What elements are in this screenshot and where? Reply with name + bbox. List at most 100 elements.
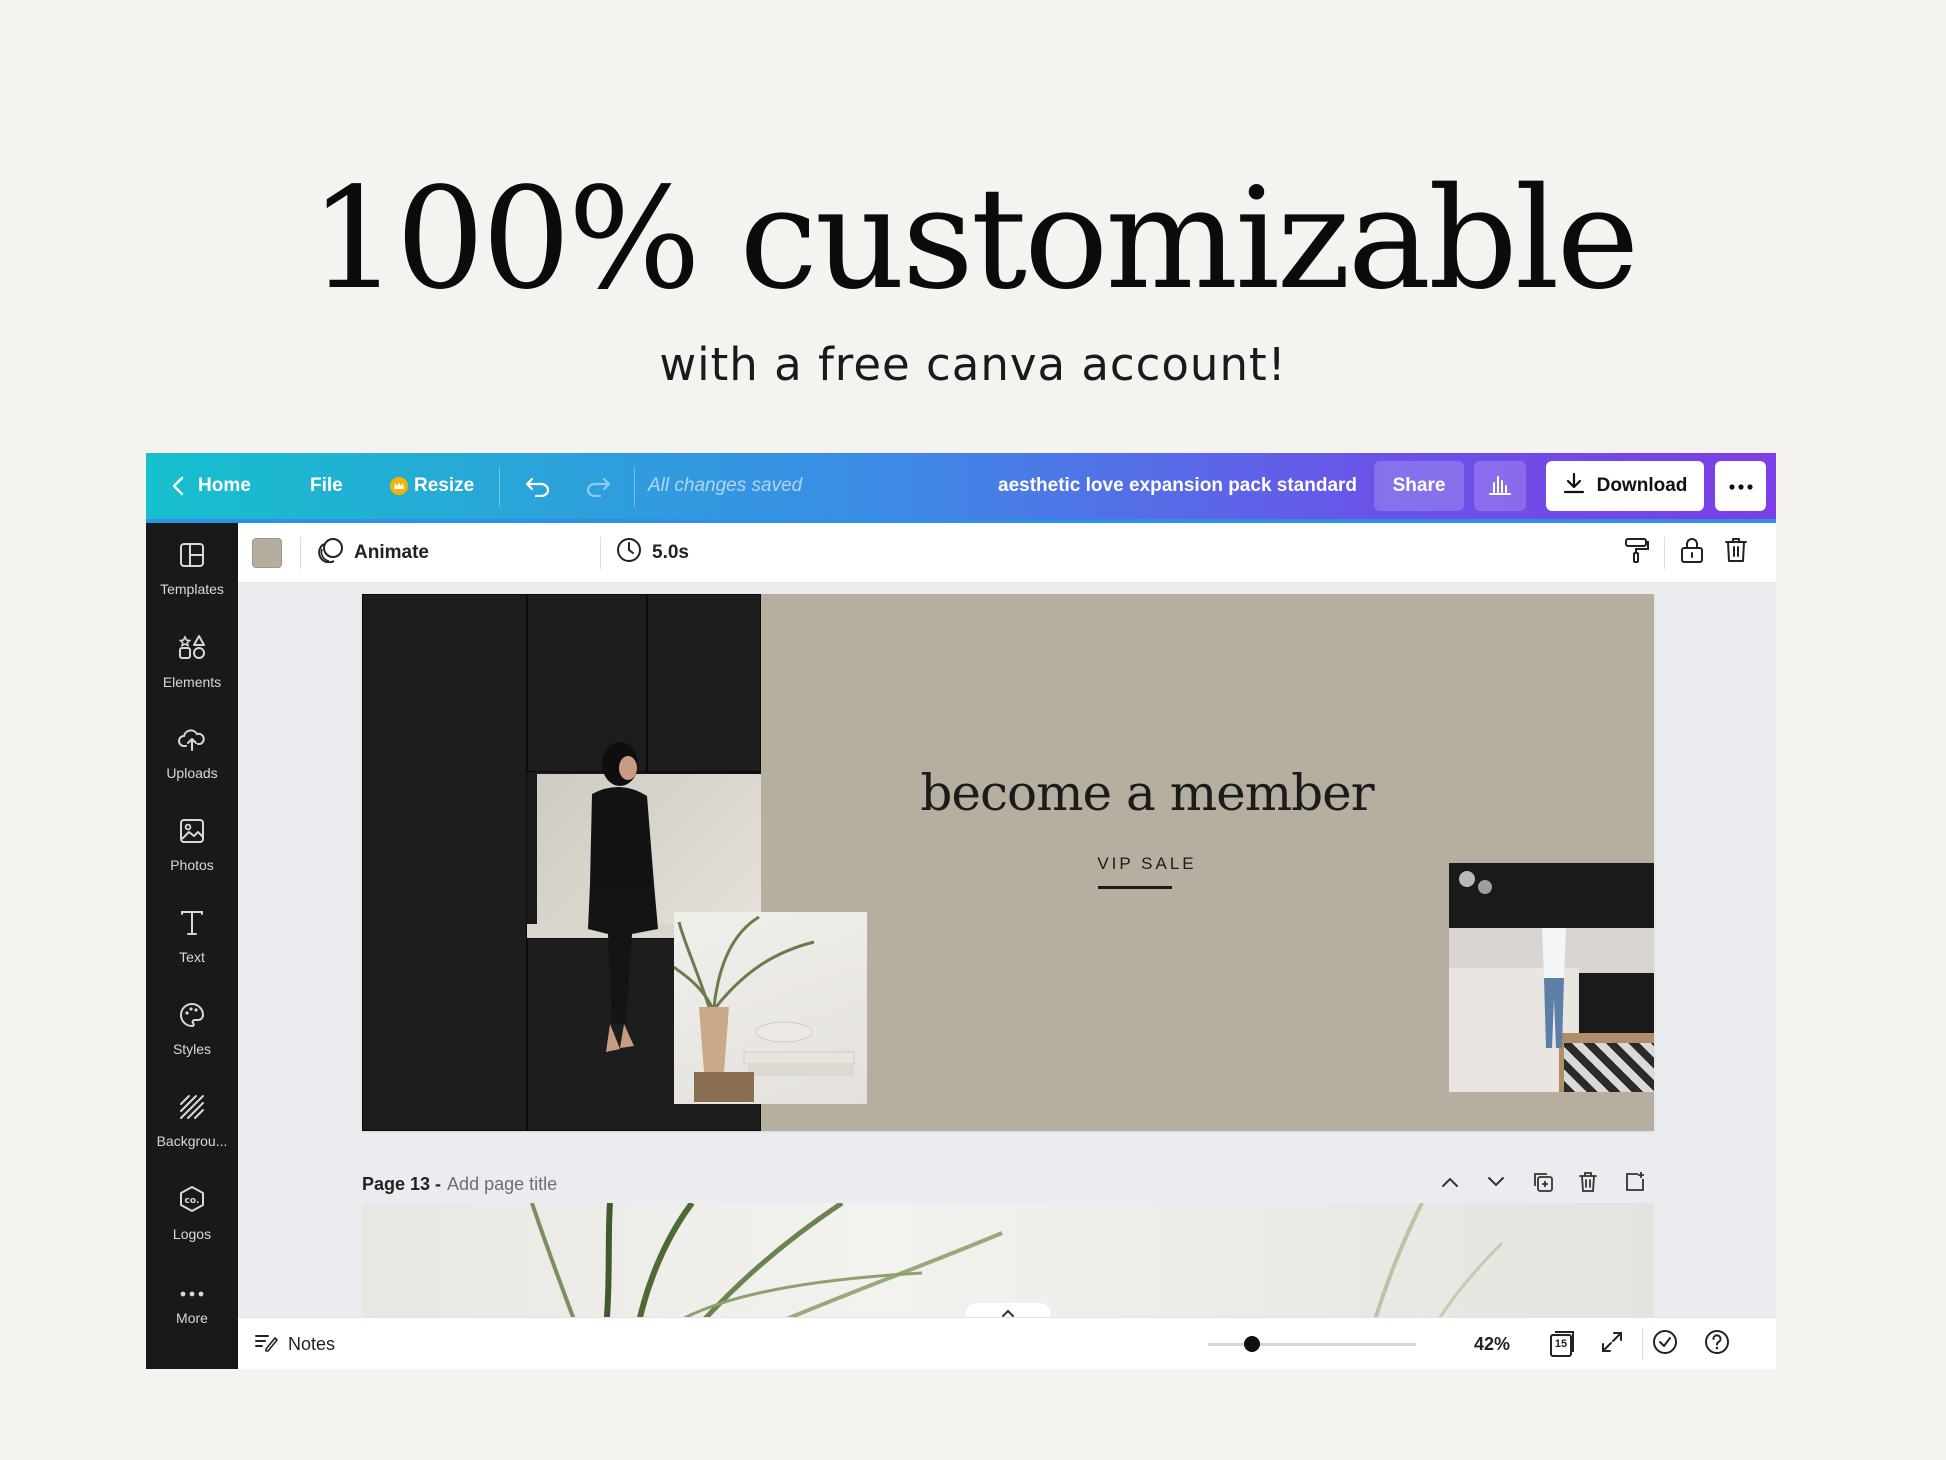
page-title-input[interactable]: Add page title	[447, 1174, 557, 1195]
page-count-button[interactable]: 15	[1548, 1318, 1576, 1369]
share-button[interactable]: Share	[1374, 461, 1464, 511]
image-icon	[179, 818, 205, 849]
duration-label: 5.0s	[652, 542, 689, 563]
download-label: Download	[1596, 475, 1688, 496]
home-label: Home	[198, 475, 251, 496]
chevron-left-icon	[172, 476, 184, 496]
sidebar-item-label: Photos	[170, 856, 214, 873]
add-page-icon	[1624, 1171, 1646, 1198]
animate-icon	[318, 537, 344, 569]
canvas-cta[interactable]: VIP SALE	[782, 854, 1512, 874]
copy-style-button[interactable]	[1624, 523, 1650, 583]
sidebar-item-label: Templates	[160, 580, 224, 597]
sidebar-item-label: Uploads	[166, 764, 218, 781]
share-label: Share	[1392, 475, 1446, 496]
cta-underline	[1098, 886, 1172, 889]
upload-cloud-icon	[177, 726, 207, 757]
sidebar-item-text[interactable]: Text	[146, 891, 238, 983]
delete-button[interactable]	[1724, 523, 1748, 583]
zoom-slider-track[interactable]	[1208, 1343, 1416, 1346]
notes-icon	[254, 1332, 278, 1357]
zoom-slider-handle[interactable]	[1244, 1336, 1260, 1352]
bottom-bar: Notes 42% 15	[238, 1317, 1776, 1369]
sidebar-item-uploads[interactable]: Uploads	[146, 707, 238, 799]
document-title[interactable]: aesthetic love expansion pack standard	[998, 453, 1357, 519]
unlock-icon	[1680, 536, 1704, 570]
sidebar-item-label: Backgrou...	[156, 1132, 228, 1149]
animate-button[interactable]: Animate	[318, 523, 429, 583]
sidebar-item-photos[interactable]: Photos	[146, 799, 238, 891]
sidebar-item-more[interactable]: More	[146, 1259, 238, 1351]
color-swatch	[252, 538, 282, 568]
resize-button[interactable]: Resize	[390, 453, 474, 519]
add-page-button[interactable]	[1624, 1169, 1646, 1199]
help-button[interactable]	[1704, 1318, 1730, 1369]
undo-icon	[524, 475, 552, 497]
left-sidebar: Templates Elements Uploads Photos Text S…	[146, 523, 238, 1369]
notes-label: Notes	[288, 1333, 336, 1354]
delete-page-button[interactable]	[1578, 1169, 1598, 1199]
redo-icon	[584, 475, 612, 497]
palette-icon	[179, 1002, 205, 1033]
zoom-level[interactable]: 42%	[1474, 1318, 1510, 1369]
trash-icon	[1578, 1171, 1598, 1198]
sidebar-item-label: Styles	[172, 1040, 212, 1057]
plant-illustration	[672, 915, 855, 1102]
check-circle-icon	[1652, 1329, 1678, 1360]
check-button[interactable]	[1652, 1318, 1678, 1369]
sidebar-item-logos[interactable]: co. Logos	[146, 1167, 238, 1259]
sidebar-item-label: More	[176, 1310, 208, 1326]
help-icon	[1704, 1329, 1730, 1360]
canvas-headline[interactable]: become a member	[782, 764, 1512, 822]
home-button[interactable]: Home	[172, 453, 251, 519]
person-figure	[1542, 910, 1566, 1048]
hero-title: 100% customizable	[309, 158, 1640, 321]
canva-editor-window: Home File Resize All changes saved aesth…	[146, 453, 1776, 1369]
page-count-label: 15	[1554, 1338, 1568, 1350]
design-page[interactable]: become a member VIP SALE	[362, 594, 1654, 1131]
download-icon	[1563, 472, 1585, 500]
templates-icon	[179, 542, 205, 573]
text-icon	[180, 910, 204, 941]
plant-photo[interactable]	[672, 912, 867, 1104]
save-status: All changes saved	[648, 475, 803, 496]
kitchen-island-photo[interactable]	[1449, 863, 1654, 1092]
move-page-up-button[interactable]	[1440, 1169, 1460, 1199]
page-13-header: Page 13 - Add page title	[362, 1169, 557, 1199]
duplicate-icon	[1532, 1171, 1554, 1198]
crown-icon	[390, 477, 408, 495]
background-color-swatch[interactable]	[252, 523, 282, 583]
insights-button[interactable]	[1474, 461, 1526, 511]
move-page-down-button[interactable]	[1486, 1169, 1506, 1199]
elements-icon	[178, 633, 206, 666]
expand-icon	[1600, 1330, 1624, 1359]
file-label: File	[310, 475, 343, 496]
background-icon	[179, 1094, 205, 1125]
more-options-button[interactable]	[1715, 461, 1766, 511]
notes-button[interactable]: Notes	[254, 1318, 335, 1369]
download-button[interactable]: Download	[1546, 461, 1704, 511]
fullscreen-button[interactable]	[1600, 1318, 1624, 1369]
sidebar-item-styles[interactable]: Styles	[146, 983, 238, 1075]
logo-icon: co.	[178, 1185, 206, 1218]
sidebar-item-background[interactable]: Backgrou...	[146, 1075, 238, 1167]
redo-button[interactable]	[584, 453, 612, 519]
sidebar-item-templates[interactable]: Templates	[146, 523, 238, 615]
animate-label: Animate	[354, 542, 429, 563]
sidebar-item-elements[interactable]: Elements	[146, 615, 238, 707]
file-menu-button[interactable]: File	[310, 453, 343, 519]
lock-button[interactable]	[1680, 523, 1704, 583]
ellipsis-icon	[180, 1284, 204, 1302]
duration-button[interactable]: 5.0s	[616, 523, 689, 583]
chevron-up-icon	[1440, 1175, 1460, 1193]
bar-chart-icon	[1488, 473, 1512, 500]
undo-button[interactable]	[524, 453, 552, 519]
sidebar-item-label: Logos	[172, 1225, 212, 1242]
top-bar: Home File Resize All changes saved aesth…	[146, 453, 1776, 523]
clock-icon	[616, 537, 642, 569]
page-number-label: Page 13 -	[362, 1173, 442, 1194]
sidebar-item-label: Elements	[162, 673, 222, 690]
duplicate-page-button[interactable]	[1532, 1169, 1554, 1199]
paint-roller-icon	[1624, 536, 1650, 570]
hero-subtitle: with a free canva account!	[659, 338, 1287, 391]
